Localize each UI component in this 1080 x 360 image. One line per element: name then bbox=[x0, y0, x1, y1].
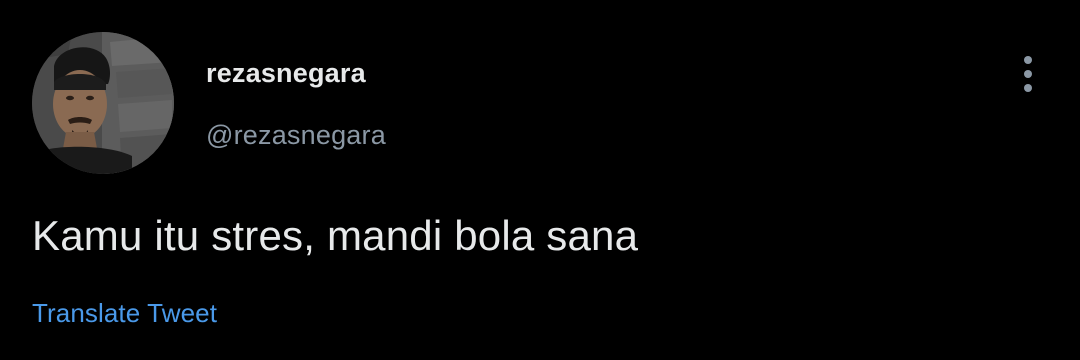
author-display-name[interactable]: rezasnegara bbox=[206, 58, 366, 89]
avatar[interactable] bbox=[32, 32, 174, 174]
tweet-card: rezasnegara @rezasnegara Kamu itu stres,… bbox=[0, 0, 1080, 360]
translate-tweet-link[interactable]: Translate Tweet bbox=[32, 298, 217, 329]
author-handle[interactable]: @rezasnegara bbox=[206, 120, 386, 151]
avatar-photo bbox=[32, 32, 174, 174]
tweet-text: Kamu itu stres, mandi bola sana bbox=[32, 212, 639, 259]
more-vertical-icon bbox=[1024, 56, 1032, 92]
more-options-button[interactable] bbox=[1008, 52, 1048, 96]
